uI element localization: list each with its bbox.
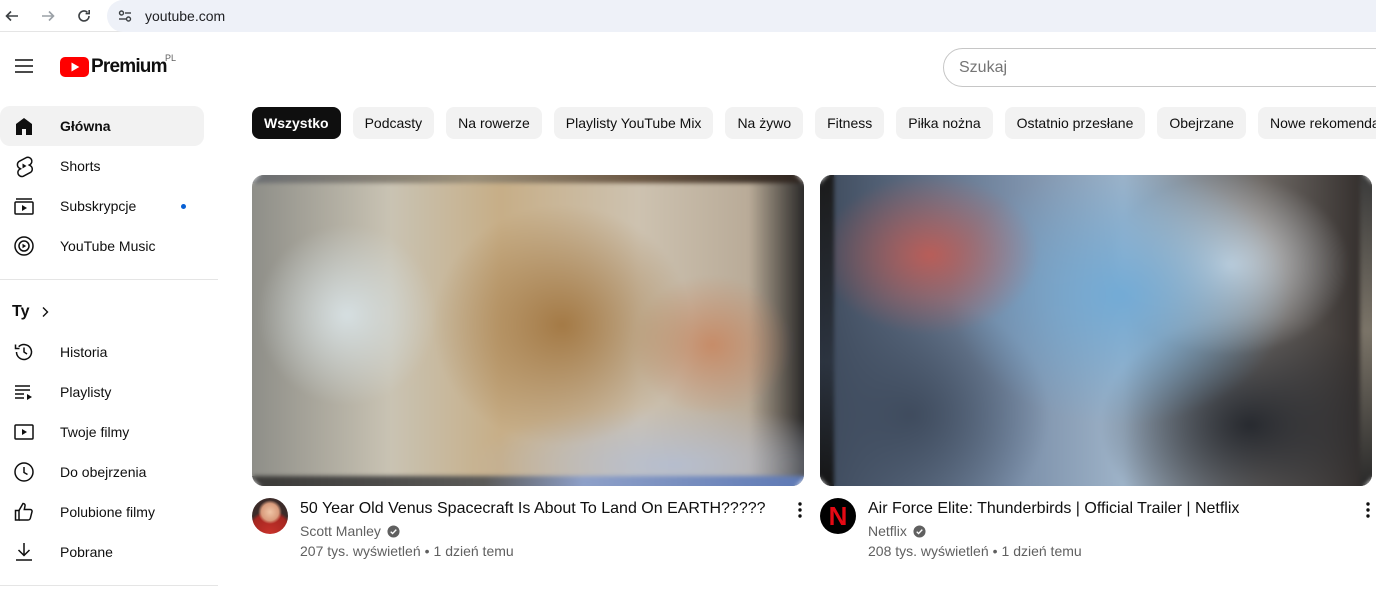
netflix-logo: N bbox=[828, 501, 848, 531]
youtube-play-logo-icon bbox=[60, 57, 89, 77]
arrow-left-icon bbox=[5, 10, 18, 21]
browser-toolbar: youtube.com bbox=[0, 0, 1376, 32]
site-settings-icon[interactable] bbox=[117, 8, 133, 24]
watch-later-icon bbox=[12, 460, 36, 484]
forward-button[interactable] bbox=[38, 6, 58, 26]
youtube-music-icon bbox=[12, 234, 36, 258]
new-content-dot bbox=[181, 204, 186, 209]
sidebar-item-watch-later[interactable]: Do obejrzenia bbox=[0, 452, 204, 492]
video-card: 50 Year Old Venus Spacecraft Is About To… bbox=[252, 175, 804, 578]
upload-age: 1 dzień temu bbox=[1001, 543, 1082, 559]
sidebar-item-playlists[interactable]: Playlisty bbox=[0, 372, 204, 412]
video-metadata: 207 tys. wyświetleń • 1 dzień temu bbox=[300, 543, 514, 559]
subscriptions-icon bbox=[12, 194, 36, 218]
sidebar-item-your-videos[interactable]: Twoje filmy bbox=[0, 412, 204, 452]
chip-new-to-you[interactable]: Nowe rekomendacje bbox=[1257, 107, 1376, 139]
your-videos-icon bbox=[12, 420, 36, 444]
chip-podcasts[interactable]: Podcasty bbox=[352, 107, 435, 139]
sidebar-item-youtube-music[interactable]: YouTube Music bbox=[0, 226, 204, 266]
metadata-separator: • bbox=[424, 543, 430, 559]
youtube-premium-logo[interactable]: Premium bbox=[60, 56, 168, 78]
filter-chip-bar: Wszystko Podcasty Na rowerze Playlisty Y… bbox=[252, 107, 1376, 139]
channel-row: Scott Manley bbox=[300, 523, 400, 539]
chip-cycling[interactable]: Na rowerze bbox=[446, 107, 542, 139]
sidebar-item-home[interactable]: Główna bbox=[0, 106, 204, 146]
hamburger-menu-icon bbox=[15, 59, 33, 73]
video-title[interactable]: 50 Year Old Venus Spacecraft Is About To… bbox=[300, 498, 770, 520]
sidebar-item-downloads[interactable]: Pobrane bbox=[0, 532, 204, 572]
channel-avatar[interactable]: N bbox=[820, 498, 856, 534]
downloads-icon bbox=[12, 540, 36, 564]
sidebar-item-label: Do obejrzenia bbox=[60, 464, 147, 480]
channel-name[interactable]: Scott Manley bbox=[300, 523, 381, 539]
sidebar: Główna Shorts Subskrypcje YouTube Music … bbox=[0, 106, 218, 598]
chevron-right-icon bbox=[42, 307, 49, 317]
video-more-actions-button[interactable] bbox=[794, 500, 806, 520]
video-card: N Air Force Elite: Thunderbirds | Offici… bbox=[820, 175, 1372, 578]
address-url[interactable]: youtube.com bbox=[145, 8, 225, 24]
video-title[interactable]: Air Force Elite: Thunderbirds | Official… bbox=[868, 498, 1338, 520]
sidebar-item-label: Playlisty bbox=[60, 384, 112, 400]
playlists-icon bbox=[12, 380, 36, 404]
search-box[interactable] bbox=[943, 48, 1376, 87]
arrow-right-icon bbox=[42, 10, 55, 21]
thumbnail-blur-overlay bbox=[252, 175, 804, 486]
upload-age: 1 dzień temu bbox=[433, 543, 514, 559]
sidebar-item-liked-videos[interactable]: Polubione filmy bbox=[0, 492, 204, 532]
sidebar-item-label: Twoje filmy bbox=[60, 424, 130, 440]
video-thumbnail[interactable] bbox=[820, 175, 1372, 486]
address-bar[interactable]: youtube.com bbox=[107, 0, 1376, 32]
chip-fitness[interactable]: Fitness bbox=[815, 107, 885, 139]
sidebar-item-label: YouTube Music bbox=[60, 238, 156, 254]
sidebar-item-shorts[interactable]: Shorts bbox=[0, 146, 204, 186]
sidebar-item-label: Historia bbox=[60, 344, 108, 360]
view-count: 208 tys. wyświetleń bbox=[868, 543, 989, 559]
history-icon bbox=[12, 340, 36, 364]
chip-all[interactable]: Wszystko bbox=[252, 107, 341, 139]
sidebar-item-label: Pobrane bbox=[60, 544, 113, 560]
sidebar-you-header[interactable]: Ty bbox=[0, 292, 218, 332]
sidebar-item-label: Shorts bbox=[60, 158, 101, 174]
sidebar-item-label: Polubione filmy bbox=[60, 504, 155, 520]
video-metadata: 208 tys. wyświetleń • 1 dzień temu bbox=[868, 543, 1082, 559]
guide-menu-button[interactable] bbox=[12, 56, 36, 76]
channel-row: Netflix bbox=[868, 523, 926, 539]
search-input[interactable] bbox=[959, 58, 1376, 77]
logo-text: Premium bbox=[91, 56, 168, 77]
you-section-title: Ty bbox=[12, 303, 30, 320]
channel-avatar[interactable] bbox=[252, 498, 288, 534]
verified-badge-icon bbox=[387, 524, 400, 538]
back-button[interactable] bbox=[2, 6, 22, 26]
home-icon bbox=[12, 114, 36, 138]
video-details: 50 Year Old Venus Spacecraft Is About To… bbox=[252, 498, 804, 578]
kebab-menu-icon bbox=[798, 502, 802, 518]
metadata-separator: • bbox=[992, 543, 998, 559]
reload-icon bbox=[78, 9, 90, 22]
channel-name[interactable]: Netflix bbox=[868, 523, 907, 539]
video-more-actions-button[interactable] bbox=[1362, 500, 1374, 520]
verified-badge-icon bbox=[913, 524, 926, 538]
thumbnail-blur-overlay bbox=[820, 175, 1372, 486]
reload-button[interactable] bbox=[74, 6, 94, 26]
chip-youtube-mix[interactable]: Playlisty YouTube Mix bbox=[553, 107, 714, 139]
chip-watched[interactable]: Obejrzane bbox=[1157, 107, 1246, 139]
sidebar-item-subscriptions[interactable]: Subskrypcje bbox=[0, 186, 204, 226]
country-code: PL bbox=[165, 53, 177, 63]
video-details: N Air Force Elite: Thunderbirds | Offici… bbox=[820, 498, 1372, 578]
sidebar-item-history[interactable]: Historia bbox=[0, 332, 204, 372]
sidebar-item-label: Subskrypcje bbox=[60, 198, 137, 214]
liked-videos-icon bbox=[12, 500, 36, 524]
chip-recently-uploaded[interactable]: Ostatnio przesłane bbox=[1004, 107, 1146, 139]
shorts-icon bbox=[12, 154, 36, 178]
masthead: Premium PL bbox=[0, 38, 1376, 96]
chip-live[interactable]: Na żywo bbox=[725, 107, 804, 139]
kebab-menu-icon bbox=[1366, 502, 1370, 518]
sidebar-item-label: Główna bbox=[60, 118, 111, 134]
view-count: 207 tys. wyświetleń bbox=[300, 543, 421, 559]
sidebar-divider bbox=[0, 279, 218, 280]
video-thumbnail[interactable] bbox=[252, 175, 804, 486]
sidebar-divider bbox=[0, 585, 218, 586]
chip-football[interactable]: Piłka nożna bbox=[896, 107, 993, 139]
